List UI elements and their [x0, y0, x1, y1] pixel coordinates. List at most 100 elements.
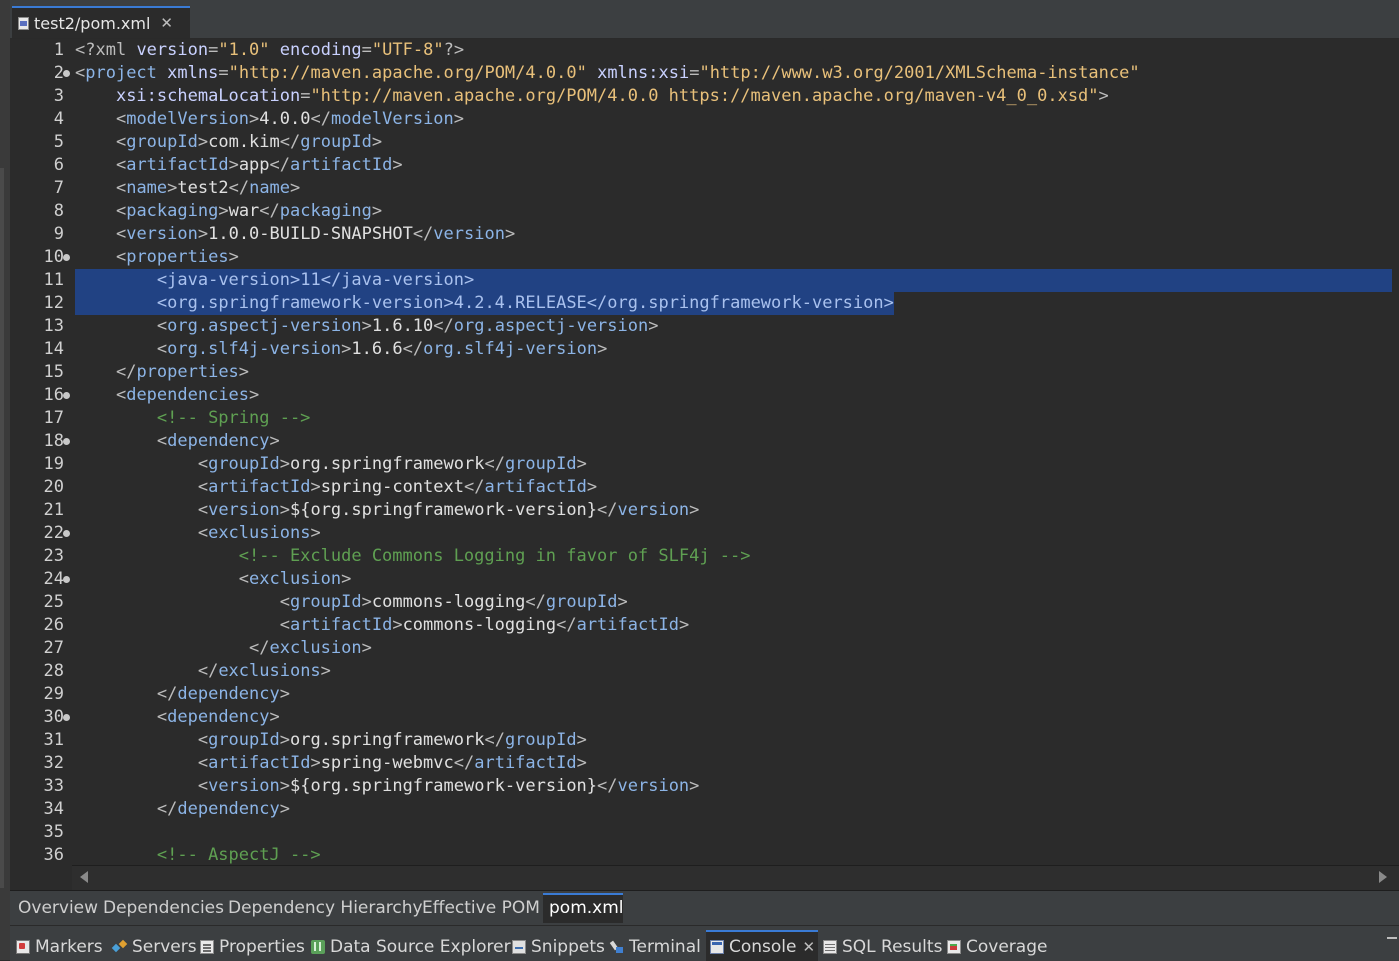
tab-dependencies[interactable]: Dependencies: [97, 893, 230, 923]
horizontal-scrollbar[interactable]: [72, 865, 1399, 890]
scroll-right-icon[interactable]: [1379, 871, 1387, 883]
line-number: 34: [43, 799, 64, 819]
tab-coverage[interactable]: Coverage: [947, 934, 1047, 960]
servers-icon: [113, 940, 127, 954]
line-number: 14: [43, 339, 64, 359]
tab-servers[interactable]: Servers: [113, 934, 197, 960]
code-line: 33 <version>${org.springframework-versio…: [10, 775, 1399, 798]
line-number: 1: [53, 40, 64, 60]
line-number: 16: [43, 385, 64, 405]
line-number: 11: [43, 270, 64, 290]
tab-pom-xml[interactable]: pom.xml: [543, 893, 624, 923]
line-number: 20: [43, 477, 64, 497]
line-number: 7: [53, 178, 64, 198]
code-line: 14 <org.slf4j-version>1.6.6</org.slf4j-v…: [10, 338, 1399, 361]
close-icon[interactable]: ✕: [160, 14, 173, 32]
tab-dependency-hierarchy[interactable]: Dependency Hierarchy: [222, 893, 429, 923]
code-line: 1 <?xml version="1.0" encoding="UTF-8"?>: [10, 39, 1399, 62]
code-line: 25 <groupId>commons-logging</groupId>: [10, 591, 1399, 614]
code-line: 3 xsi:schemaLocation="http://maven.apach…: [10, 85, 1399, 108]
code-line: 2 <project xmlns="http://maven.apache.org…: [10, 62, 1399, 85]
view-tab-bar: Markers Servers Properties Data Source E…: [10, 925, 1399, 961]
code-line: 20 <artifactId>spring-context</artifactI…: [10, 476, 1399, 499]
editor-tab-title: test2/pom.xml: [34, 13, 151, 33]
code-line: 18 <dependency>: [10, 430, 1399, 453]
line-number: 32: [43, 753, 64, 773]
line-number: 3: [53, 86, 64, 106]
line-number: 5: [53, 132, 64, 152]
fold-toggle-icon[interactable]: [63, 392, 70, 399]
fold-toggle-icon[interactable]: [63, 714, 70, 721]
tab-properties[interactable]: Properties: [200, 934, 305, 960]
code-line: 13 <org.aspectj-version>1.6.10</org.aspe…: [10, 315, 1399, 338]
line-number: 19: [43, 454, 64, 474]
code-line: 4 <modelVersion>4.0.0</modelVersion>: [10, 108, 1399, 131]
xml-source-editor[interactable]: 1 <?xml version="1.0" encoding="UTF-8"?> …: [10, 39, 1399, 865]
left-edge: [0, 0, 10, 960]
properties-icon: [200, 940, 214, 954]
line-number: 2: [53, 63, 64, 83]
line-number: 31: [43, 730, 64, 750]
tab-terminal[interactable]: Terminal: [610, 934, 701, 960]
tab-overview[interactable]: Overview: [12, 893, 104, 923]
line-number: 26: [43, 615, 64, 635]
code-line: 22 <exclusions>: [10, 522, 1399, 545]
tab-markers[interactable]: Markers: [16, 934, 103, 960]
tab-console[interactable]: Console ✕: [706, 930, 818, 961]
line-number: 6: [53, 155, 64, 175]
minimize-icon[interactable]: [1387, 937, 1397, 939]
code-line: 28 </exclusions>: [10, 660, 1399, 683]
markers-icon: [16, 940, 30, 954]
line-number: 8: [53, 201, 64, 221]
line-number: 18: [43, 431, 64, 451]
fold-toggle-icon[interactable]: [63, 438, 70, 445]
fold-toggle-icon[interactable]: [63, 576, 70, 583]
line-number: 36: [43, 845, 64, 865]
line-number: 21: [43, 500, 64, 520]
code-line: 21 <version>${org.springframework-versio…: [10, 499, 1399, 522]
tab-snippets[interactable]: Snippets: [512, 934, 605, 960]
fold-toggle-icon[interactable]: [63, 70, 70, 77]
close-icon[interactable]: ✕: [803, 934, 816, 960]
line-number: 15: [43, 362, 64, 382]
code-line: 17 <!-- Spring -->: [10, 407, 1399, 430]
code-line: 27 </exclusion>: [10, 637, 1399, 660]
line-number: 35: [43, 822, 64, 842]
code-line: 34 </dependency>: [10, 798, 1399, 821]
line-number: 27: [43, 638, 64, 658]
line-number: 25: [43, 592, 64, 612]
line-number: 10: [43, 247, 64, 267]
tab-effective-pom[interactable]: Effective POM: [416, 893, 546, 923]
code-line: 8 <packaging>war</packaging>: [10, 200, 1399, 223]
fold-toggle-icon[interactable]: [63, 254, 70, 261]
line-number: 23: [43, 546, 64, 566]
code-line: 23 <!-- Exclude Commons Logging in favor…: [10, 545, 1399, 568]
editor-tab-bar: test2/pom.xml ✕: [10, 0, 1399, 39]
code-line: 10 <properties>: [10, 246, 1399, 269]
code-line: 29 </dependency>: [10, 683, 1399, 706]
line-number: 30: [43, 707, 64, 727]
line-number: 29: [43, 684, 64, 704]
code-line: 24 <exclusion>: [10, 568, 1399, 591]
console-icon: [710, 939, 724, 954]
code-line: 35: [10, 821, 1399, 844]
line-number: 28: [43, 661, 64, 681]
code-line: 31 <groupId>org.springframework</groupId…: [10, 729, 1399, 752]
scroll-left-icon[interactable]: [80, 871, 88, 883]
code-line: 15 </properties>: [10, 361, 1399, 384]
pom-editor-page-tabs: Overview Dependencies Dependency Hierarc…: [10, 890, 1399, 925]
terminal-icon: [610, 940, 624, 954]
code-line: 9 <version>1.0.0-BUILD-SNAPSHOT</version…: [10, 223, 1399, 246]
line-number: 12: [43, 293, 64, 313]
fold-toggle-icon[interactable]: [63, 530, 70, 537]
code-line: 19 <groupId>org.springframework</groupId…: [10, 453, 1399, 476]
snippets-icon: [512, 940, 526, 954]
left-edge-mark: [0, 168, 4, 888]
tab-data-source-explorer[interactable]: Data Source Explorer: [311, 934, 511, 960]
line-number: 24: [43, 569, 64, 589]
editor-tab-pom[interactable]: test2/pom.xml ✕: [12, 6, 190, 38]
line-number: 33: [43, 776, 64, 796]
code-line: 36 <!-- AspectJ -->: [10, 844, 1399, 865]
tab-sql-results[interactable]: SQL Results: [823, 934, 942, 960]
code-line: 6 <artifactId>app</artifactId>: [10, 154, 1399, 177]
